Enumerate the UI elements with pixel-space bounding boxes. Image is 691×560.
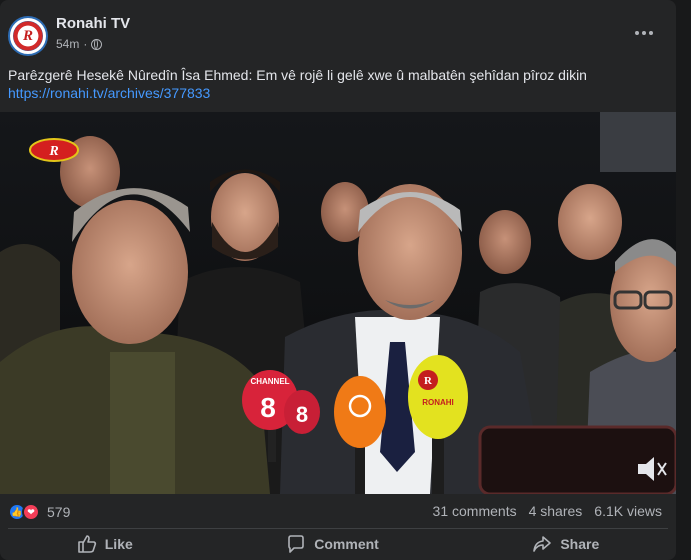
like-label: Like [104,536,133,552]
share-button[interactable]: Share [492,532,639,556]
mic-yellow-text: RONAHI [422,398,454,407]
mic-left-label: CHANNEL [250,377,289,386]
post-time[interactable]: 54m [56,37,79,51]
more-dots-icon [635,31,639,35]
like-button[interactable]: Like [37,532,173,556]
feed-post: R Ronahi TV 54m · Parêzgerê Hesekê Nûred… [0,0,676,560]
post-actions: Like Comment Share [0,530,676,558]
mic-yellow-logo: R [424,375,433,387]
meta-separator: · [83,37,88,51]
post-header: R Ronahi TV 54m · [0,0,676,62]
page-avatar[interactable]: R [8,16,48,56]
comment-label: Comment [314,536,379,552]
share-label: Share [560,536,600,552]
channel-logo-letter: R [48,144,58,159]
channel-logo: R [29,138,79,162]
mic-left-digit: 8 [260,392,276,423]
phone-recording [478,425,676,494]
engagement-stats: 31 comments 4 shares 6.1K views [433,503,662,519]
thumbs-up-icon [77,535,96,553]
post-meta: 54m · [56,37,103,51]
post-caption: Parêzgerê Hesekê Nûredîn Îsa Ehmed: Em v… [8,66,668,102]
share-arrow-icon [533,536,552,552]
more-dot [642,31,646,35]
video-frame: CHANNEL 8 8 R RONAHI R [0,112,676,494]
comments-count[interactable]: 31 comments [433,503,517,519]
reaction-summary[interactable]: 👍 ❤ 579 [8,502,70,522]
post-video[interactable]: CHANNEL 8 8 R RONAHI R [0,112,676,494]
page-name[interactable]: Ronahi TV [56,15,130,32]
caption-link[interactable]: https://ronahi.tv/archives/377833 [8,84,668,102]
views-count: 6.1K views [594,503,662,519]
more-options-button[interactable] [626,18,662,48]
divider [8,528,668,529]
shares-count[interactable]: 4 shares [529,503,583,519]
globe-icon[interactable] [91,38,103,50]
more-dot [649,31,653,35]
background-light [600,112,676,172]
ronahi-logo-icon: R [13,21,43,51]
avatar-letter: R [22,27,33,44]
comment-button[interactable]: Comment [246,532,419,556]
reaction-count: 579 [47,504,71,520]
mic-red-2: 8 [284,390,320,434]
mic-second-digit: 8 [296,402,308,427]
caption-text: Parêzgerê Hesekê Nûredîn Îsa Ehmed: Em v… [8,67,587,83]
love-reaction-icon: ❤ [22,503,40,521]
comment-icon [288,535,305,553]
